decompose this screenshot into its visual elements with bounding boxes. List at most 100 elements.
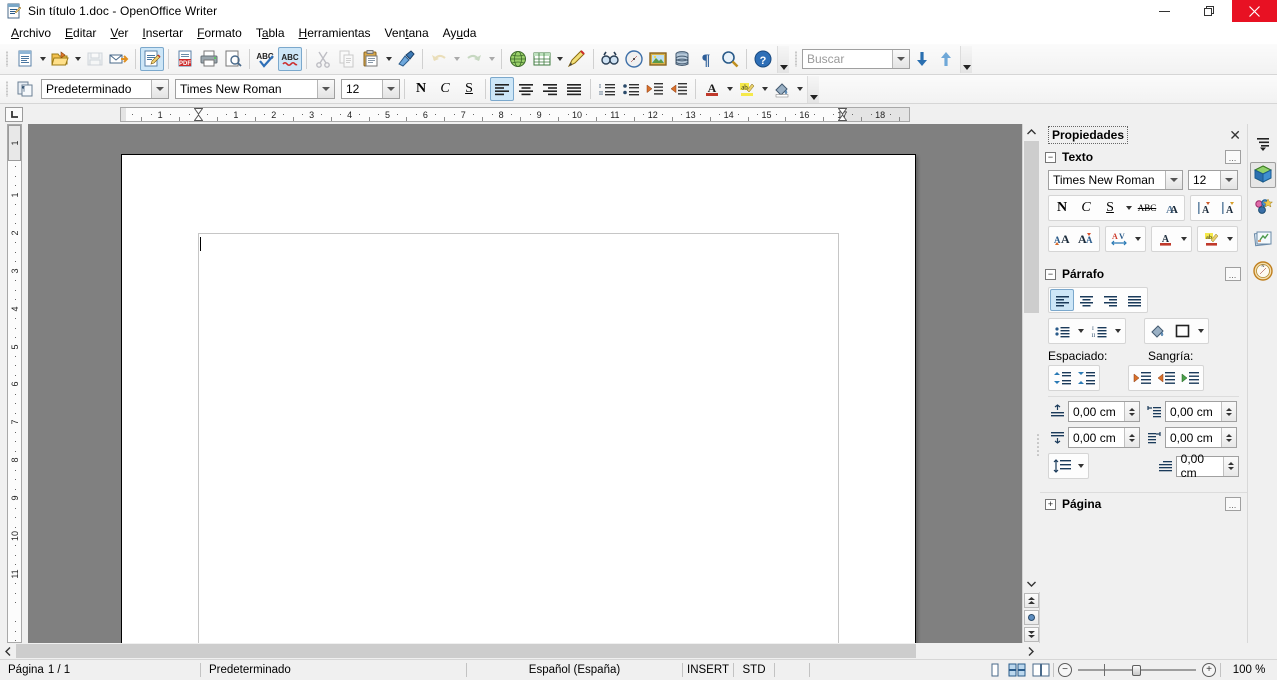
menu-formato[interactable]: Formato: [190, 24, 249, 42]
search-input[interactable]: Buscar: [802, 49, 910, 69]
sidebar-character-spacing-button[interactable]: AV: [1107, 228, 1131, 250]
data-sources-button[interactable]: [670, 47, 694, 71]
insert-hyperlink-button[interactable]: [506, 47, 530, 71]
panel-header-page[interactable]: + Página …: [1040, 493, 1247, 515]
increase-indent-button[interactable]: [643, 77, 667, 101]
clone-formatting-button[interactable]: [394, 47, 418, 71]
left-indent-marker[interactable]: [194, 108, 203, 121]
align-left-button[interactable]: [490, 77, 514, 101]
find-and-replace-button[interactable]: [598, 47, 622, 71]
sidebar-decrease-paragraph-spacing-button[interactable]: [1074, 367, 1098, 389]
vertical-ruler[interactable]: 112345678910111: [7, 124, 22, 643]
status-digital-signature[interactable]: [775, 660, 809, 680]
sidebar-paragraph-background-color-button[interactable]: [1146, 320, 1170, 342]
sidebar-hanging-indent-button[interactable]: [1178, 367, 1202, 389]
sidebar-underline-button[interactable]: S: [1098, 197, 1122, 219]
align-center-button[interactable]: [514, 77, 538, 101]
autospellcheck-button[interactable]: ABC: [278, 47, 302, 71]
font-color-dropdown[interactable]: [724, 77, 735, 101]
sidebar-underline-dropdown[interactable]: [1122, 197, 1135, 219]
sidebar-ordered-list-dropdown[interactable]: [1111, 320, 1124, 342]
indent-before-text-stepper[interactable]: [1221, 402, 1236, 421]
new-document-dropdown[interactable]: [37, 47, 48, 71]
highlighting-dropdown[interactable]: [759, 77, 770, 101]
sidebar-font-color-dropdown[interactable]: [1177, 228, 1190, 250]
sidebar-line-spacing-dropdown[interactable]: [1074, 455, 1087, 477]
panel-expander-page[interactable]: +: [1045, 498, 1056, 510]
panel-more-options-paragraph[interactable]: …: [1225, 267, 1241, 281]
status-section-info[interactable]: [810, 660, 984, 680]
paste-dropdown[interactable]: [383, 47, 394, 71]
sidebar-tab-gallery[interactable]: [1250, 194, 1276, 220]
space-above-paragraph-stepper[interactable]: [1124, 402, 1139, 421]
sidebar-align-right-button[interactable]: [1098, 289, 1122, 311]
find-toolbar-grip[interactable]: [792, 48, 800, 70]
zoom-control[interactable]: − +: [1054, 662, 1220, 678]
zoom-in-button[interactable]: +: [1202, 663, 1216, 677]
align-right-button[interactable]: [538, 77, 562, 101]
font-size-dropdown-icon[interactable]: [382, 80, 399, 98]
minimize-button[interactable]: [1142, 0, 1187, 22]
new-document-button[interactable]: [13, 47, 37, 71]
font-size-combo[interactable]: 12: [341, 79, 400, 99]
sidebar-character-spacing-dropdown[interactable]: [1131, 228, 1144, 250]
navigator-button[interactable]: [622, 47, 646, 71]
sidebar-line-spacing-button[interactable]: [1050, 455, 1074, 477]
show-draw-functions-button[interactable]: [565, 47, 589, 71]
underline-button[interactable]: S: [457, 77, 481, 101]
help-button[interactable]: ?: [751, 47, 775, 71]
sidebar-ordered-list-button[interactable]: I II: [1087, 320, 1111, 342]
formatting-marks-button[interactable]: ¶: [694, 47, 718, 71]
formatting-toolbar-grip[interactable]: [3, 78, 11, 100]
sidebar-unordered-list-dropdown[interactable]: [1074, 320, 1087, 342]
unordered-list-button[interactable]: [619, 77, 643, 101]
menu-insertar[interactable]: Insertar: [135, 24, 190, 42]
sidebar-italic-button[interactable]: C: [1074, 197, 1098, 219]
sidebar-tab-styles[interactable]: [1250, 226, 1276, 252]
sidebar-subscript-button[interactable]: A: [1216, 197, 1240, 219]
scroll-right-button[interactable]: [1022, 643, 1038, 659]
horizontal-scroll-thumb[interactable]: [16, 644, 916, 658]
space-below-paragraph-stepper[interactable]: [1124, 428, 1139, 447]
scroll-left-button[interactable]: [0, 643, 16, 659]
sidebar-increase-font-size-button[interactable]: AA: [1050, 228, 1074, 250]
sidebar-increase-indent-button[interactable]: [1130, 367, 1154, 389]
vertical-scroll-thumb[interactable]: [1023, 141, 1039, 313]
sidebar-font-color-button[interactable]: A: [1153, 228, 1177, 250]
sidebar-increase-paragraph-spacing-button[interactable]: [1050, 367, 1074, 389]
status-zoom-value[interactable]: 100 %: [1221, 660, 1277, 680]
sidebar-highlighting-dropdown[interactable]: [1223, 228, 1236, 250]
first-line-indent-field[interactable]: 0,00 cm: [1175, 452, 1239, 480]
toolbar-grip[interactable]: [3, 48, 11, 70]
font-name-dropdown-icon[interactable]: [317, 80, 334, 98]
redo-dropdown[interactable]: [486, 47, 497, 71]
status-page-cell[interactable]: Página 1 / 1: [0, 660, 200, 680]
open-document-button[interactable]: [48, 47, 72, 71]
save-document-button[interactable]: [83, 47, 107, 71]
indent-after-text-stepper[interactable]: [1221, 428, 1236, 447]
next-page-button[interactable]: [1023, 627, 1039, 642]
scroll-up-button[interactable]: [1022, 124, 1040, 141]
scroll-splitter[interactable]: [1035, 431, 1041, 461]
menu-ver[interactable]: Ver: [103, 24, 135, 42]
sidebar-decrease-indent-button[interactable]: [1154, 367, 1178, 389]
scroll-down-button[interactable]: [1022, 575, 1040, 592]
right-indent-marker[interactable]: [838, 108, 848, 121]
undo-button[interactable]: [427, 47, 451, 71]
ordered-list-button[interactable]: I II: [595, 77, 619, 101]
panel-more-options-text[interactable]: …: [1225, 150, 1241, 164]
print-file-button[interactable]: [197, 47, 221, 71]
panel-header-text[interactable]: − Texto …: [1040, 146, 1247, 168]
panel-expander-text[interactable]: −: [1045, 151, 1056, 163]
align-justify-button[interactable]: [562, 77, 586, 101]
paragraph-style-apply-button[interactable]: ¶: [13, 77, 37, 101]
text-frame[interactable]: [198, 233, 839, 643]
single-page-view-button[interactable]: [984, 660, 1005, 680]
document-page[interactable]: [121, 154, 916, 643]
sidebar-decrease-font-size-button[interactable]: AA: [1074, 228, 1098, 250]
sidebar-align-center-button[interactable]: [1074, 289, 1098, 311]
italic-button[interactable]: C: [433, 77, 457, 101]
cut-button[interactable]: [311, 47, 335, 71]
sidebar-font-size-dropdown-icon[interactable]: [1220, 171, 1237, 189]
zoom-slider[interactable]: [1078, 662, 1196, 678]
